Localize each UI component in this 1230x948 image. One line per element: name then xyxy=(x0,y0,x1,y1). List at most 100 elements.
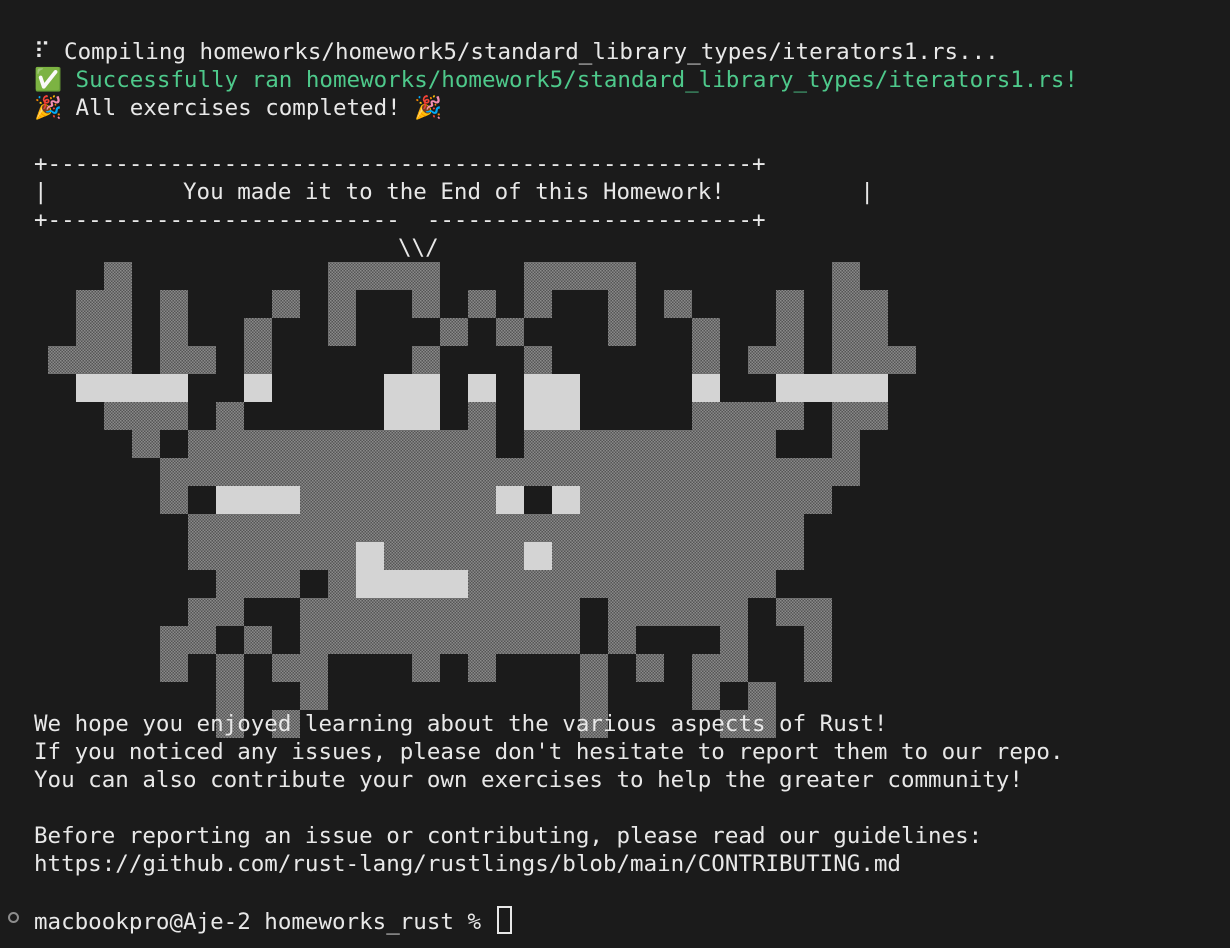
crab-pixel xyxy=(552,430,580,458)
crab-pixel xyxy=(244,486,272,514)
crab-pixel xyxy=(328,598,356,626)
crab-pixel xyxy=(580,514,608,542)
crab-pixel xyxy=(76,374,104,402)
crab-pixel xyxy=(748,514,776,542)
contributing-link[interactable]: https://github.com/rust-lang/rustlings/b… xyxy=(34,850,901,878)
message-line-2: If you noticed any issues, please don't … xyxy=(34,739,1064,765)
crab-pixel xyxy=(188,458,216,486)
crab-pixel xyxy=(636,570,664,598)
crab-pixel xyxy=(216,486,244,514)
crab-pixel xyxy=(552,402,580,430)
crab-pixel xyxy=(496,570,524,598)
crab-pixel xyxy=(608,318,636,346)
crab-pixel xyxy=(692,458,720,486)
crab-pixel xyxy=(496,514,524,542)
crab-pixel xyxy=(552,486,580,514)
crab-pixel xyxy=(664,542,692,570)
crab-pixel xyxy=(552,570,580,598)
crab-pixel xyxy=(636,654,664,682)
crab-pixel xyxy=(552,374,580,402)
crab-pixel xyxy=(580,654,608,682)
crab-pixel xyxy=(832,346,860,374)
crab-pixel xyxy=(776,290,804,318)
crab-pixel xyxy=(272,570,300,598)
crab-pixel xyxy=(776,542,804,570)
crab-pixel xyxy=(692,430,720,458)
crab-pixel xyxy=(384,402,412,430)
crab-pixel xyxy=(720,542,748,570)
crab-pixel xyxy=(104,402,132,430)
crab-pixel xyxy=(328,318,356,346)
crab-pixel xyxy=(328,486,356,514)
crab-pixel xyxy=(244,374,272,402)
crab-pixel xyxy=(160,458,188,486)
crab-pixel xyxy=(160,486,188,514)
crab-pixel xyxy=(524,598,552,626)
crab-pixel xyxy=(440,542,468,570)
crab-pixel xyxy=(328,542,356,570)
crab-pixel xyxy=(356,430,384,458)
crab-pixel xyxy=(580,486,608,514)
crab-pixel xyxy=(804,374,832,402)
crab-pixel xyxy=(860,290,888,318)
crab-pixel xyxy=(272,514,300,542)
crab-pixel xyxy=(356,486,384,514)
crab-pixel xyxy=(328,626,356,654)
crab-pixel xyxy=(748,402,776,430)
crab-pixel xyxy=(692,542,720,570)
crab-pixel xyxy=(104,262,132,290)
prompt-status-icon xyxy=(8,912,19,923)
crab-pixel xyxy=(440,570,468,598)
crab-pixel xyxy=(384,430,412,458)
crab-pixel xyxy=(328,570,356,598)
crab-pixel xyxy=(216,430,244,458)
crab-pixel xyxy=(608,542,636,570)
crab-pixel xyxy=(272,486,300,514)
crab-pixel xyxy=(132,374,160,402)
message-line-1: We hope you enjoyed learning about the v… xyxy=(34,711,888,737)
crab-pixel xyxy=(524,570,552,598)
crab-pixel xyxy=(384,626,412,654)
crab-pixel xyxy=(104,290,132,318)
crab-pixel xyxy=(720,598,748,626)
crab-pixel xyxy=(412,430,440,458)
crab-pixel xyxy=(832,430,860,458)
crab-pixel xyxy=(160,290,188,318)
crab-pixel xyxy=(832,458,860,486)
shell-prompt[interactable]: macbookpro@Aje-2 homeworks_rust % xyxy=(34,906,512,935)
message-line-3: You can also contribute your own exercis… xyxy=(34,767,1023,793)
crab-pixel xyxy=(580,682,608,710)
crab-pixel xyxy=(412,374,440,402)
crab-pixel xyxy=(524,346,552,374)
crab-pixel xyxy=(188,346,216,374)
crab-pixel xyxy=(748,458,776,486)
crab-pixel xyxy=(216,514,244,542)
crab-pixel xyxy=(804,486,832,514)
crab-pixel xyxy=(356,262,384,290)
crab-pixel xyxy=(692,654,720,682)
crab-pixel xyxy=(356,458,384,486)
crab-pixel xyxy=(300,626,328,654)
crab-pixel xyxy=(776,486,804,514)
crab-pixel xyxy=(636,430,664,458)
cursor-block xyxy=(496,906,512,934)
crab-pixel xyxy=(468,290,496,318)
crab-pixel xyxy=(412,598,440,626)
crab-pixel xyxy=(76,318,104,346)
crab-pixel xyxy=(244,542,272,570)
crab-pixel xyxy=(244,514,272,542)
crab-pixel xyxy=(496,318,524,346)
crab-pixel xyxy=(608,486,636,514)
crab-pixel xyxy=(244,570,272,598)
crab-pixel xyxy=(468,598,496,626)
crab-pixel xyxy=(468,486,496,514)
crab-pixel xyxy=(412,346,440,374)
crab-pixel xyxy=(608,598,636,626)
crab-pixel xyxy=(692,486,720,514)
crab-pixel xyxy=(524,542,552,570)
crab-pixel xyxy=(832,290,860,318)
crab-pixel xyxy=(188,542,216,570)
crab-pixel xyxy=(580,458,608,486)
crab-pixel xyxy=(832,402,860,430)
crab-pixel xyxy=(468,514,496,542)
